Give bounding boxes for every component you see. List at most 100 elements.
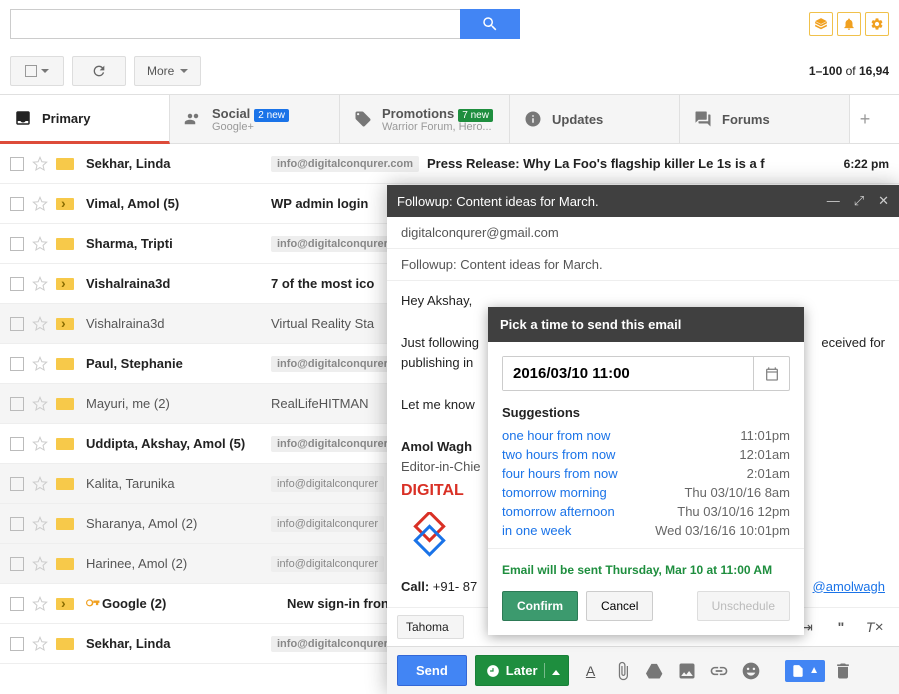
suggestion-link[interactable]: one hour from now xyxy=(502,428,610,443)
minimize-button[interactable]: — xyxy=(827,193,840,209)
row-checkbox[interactable] xyxy=(10,197,24,211)
importance-marker[interactable] xyxy=(56,517,74,531)
importance-marker[interactable] xyxy=(56,197,74,211)
importance-marker[interactable] xyxy=(56,437,74,451)
suggestion-time: Wed 03/16/16 10:01pm xyxy=(655,523,790,538)
twitter-link[interactable]: @amolwagh xyxy=(813,577,885,598)
sender: Sharma, Tripti xyxy=(86,236,271,251)
tab-primary[interactable]: Primary xyxy=(0,95,170,144)
ext-bell-button[interactable] xyxy=(837,12,861,36)
importance-marker[interactable] xyxy=(56,357,74,371)
confirm-button[interactable]: Confirm xyxy=(502,591,578,621)
importance-marker[interactable] xyxy=(56,597,74,611)
sender: Vishalraina3d xyxy=(86,276,271,291)
row-checkbox[interactable] xyxy=(10,237,24,251)
suggestion-link[interactable]: tomorrow afternoon xyxy=(502,504,615,519)
tab-updates[interactable]: Updates xyxy=(510,95,680,143)
tab-promotions[interactable]: Promotions7 new Warrior Forum, Hero... xyxy=(340,95,510,143)
cancel-button[interactable]: Cancel xyxy=(586,591,653,621)
importance-marker[interactable] xyxy=(56,237,74,251)
star-icon[interactable] xyxy=(32,636,48,652)
star-icon[interactable] xyxy=(32,356,48,372)
search-button[interactable] xyxy=(460,9,520,39)
star-icon[interactable] xyxy=(32,196,48,212)
label-split-button[interactable]: ▲ xyxy=(785,660,825,682)
forum-icon xyxy=(694,110,712,128)
tab-label: Social xyxy=(212,106,250,121)
emoji-icon[interactable] xyxy=(741,661,761,681)
tab-forums[interactable]: Forums xyxy=(680,95,850,143)
suggestions-heading: Suggestions xyxy=(502,405,790,420)
suggestion-link[interactable]: in one week xyxy=(502,523,571,538)
later-label: Later xyxy=(506,663,538,678)
send-button[interactable]: Send xyxy=(397,655,467,686)
importance-marker[interactable] xyxy=(56,397,74,411)
star-icon[interactable] xyxy=(32,436,48,452)
importance-marker[interactable] xyxy=(56,637,74,651)
star-icon[interactable] xyxy=(32,396,48,412)
suggestion-link[interactable]: tomorrow morning xyxy=(502,485,607,500)
star-icon[interactable] xyxy=(32,236,48,252)
suggestion-link[interactable]: four hours from now xyxy=(502,466,618,481)
expand-button[interactable]: ⤢ xyxy=(854,193,864,209)
email-row[interactable]: Sekhar, Linda info@digitalconqurer.com P… xyxy=(0,144,899,184)
search-input[interactable] xyxy=(10,9,460,39)
drive-icon[interactable] xyxy=(645,661,665,681)
tab-label: Updates xyxy=(552,112,603,127)
text-format-button[interactable]: A xyxy=(577,658,605,684)
importance-marker[interactable] xyxy=(56,477,74,491)
clear-format-button[interactable]: T✕ xyxy=(861,614,889,640)
star-icon[interactable] xyxy=(32,596,48,612)
ext-gear-button[interactable] xyxy=(865,12,889,36)
ext-layers-button[interactable] xyxy=(809,12,833,36)
font-selector[interactable]: Tahoma xyxy=(397,615,464,639)
more-options-button[interactable] xyxy=(861,658,889,684)
suggestion-time: Thu 03/10/16 12pm xyxy=(677,504,790,519)
date: 6:22 pm xyxy=(844,157,889,171)
row-checkbox[interactable] xyxy=(10,277,24,291)
datetime-input[interactable] xyxy=(503,357,753,390)
row-checkbox[interactable] xyxy=(10,437,24,451)
tab-social[interactable]: Social2 new Google+ xyxy=(170,95,340,143)
star-icon[interactable] xyxy=(32,156,48,172)
photo-icon[interactable] xyxy=(677,661,697,681)
row-checkbox[interactable] xyxy=(10,157,24,171)
row-checkbox[interactable] xyxy=(10,477,24,491)
star-icon[interactable] xyxy=(32,556,48,572)
importance-marker[interactable] xyxy=(56,557,74,571)
later-button[interactable]: Later xyxy=(475,655,569,686)
suggestion-time: 11:01pm xyxy=(740,428,790,443)
star-icon[interactable] xyxy=(32,516,48,532)
star-icon[interactable] xyxy=(32,276,48,292)
attach-icon[interactable] xyxy=(613,661,633,681)
row-checkbox[interactable] xyxy=(10,637,24,651)
more-label: More xyxy=(147,64,174,78)
row-checkbox[interactable] xyxy=(10,317,24,331)
refresh-button[interactable] xyxy=(72,56,126,86)
row-checkbox[interactable] xyxy=(10,597,24,611)
suggestion-row: two hours from now12:01am xyxy=(502,445,790,464)
close-button[interactable]: ✕ xyxy=(878,193,889,209)
font-name: Tahoma xyxy=(406,620,449,634)
subject-field[interactable]: Followup: Content ideas for March. xyxy=(387,249,899,281)
row-checkbox[interactable] xyxy=(10,517,24,531)
star-icon[interactable] xyxy=(32,316,48,332)
calendar-button[interactable] xyxy=(753,357,789,390)
more-button[interactable]: More xyxy=(134,56,201,86)
trash-icon[interactable] xyxy=(833,661,853,681)
row-checkbox[interactable] xyxy=(10,357,24,371)
select-all-button[interactable] xyxy=(10,56,64,86)
importance-marker[interactable] xyxy=(56,157,74,171)
tab-add[interactable]: + xyxy=(850,95,880,143)
row-checkbox[interactable] xyxy=(10,397,24,411)
star-icon[interactable] xyxy=(32,476,48,492)
link-icon[interactable] xyxy=(709,661,729,681)
importance-marker[interactable] xyxy=(56,317,74,331)
importance-marker[interactable] xyxy=(56,277,74,291)
suggestion-link[interactable]: two hours from now xyxy=(502,447,615,462)
row-checkbox[interactable] xyxy=(10,557,24,571)
to-field[interactable]: digitalconqurer@gmail.com xyxy=(387,217,899,249)
sender: Google (2) xyxy=(102,596,287,611)
quote-button[interactable]: " xyxy=(827,614,855,640)
label-pill: info@digitalconqurer xyxy=(271,516,384,532)
